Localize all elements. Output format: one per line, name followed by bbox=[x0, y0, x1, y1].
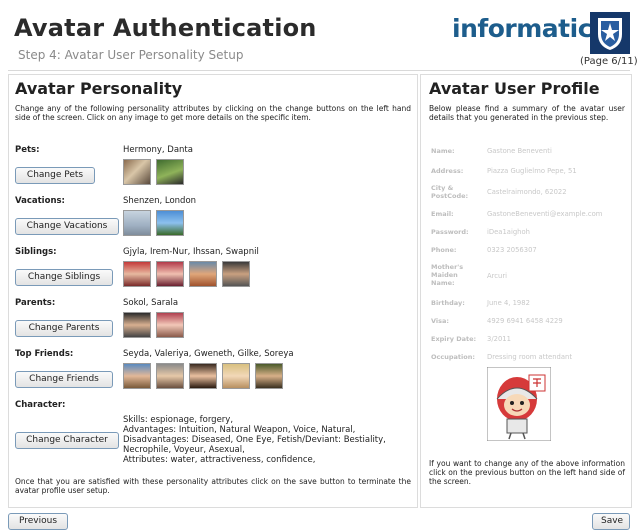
friend-image[interactable] bbox=[156, 363, 184, 389]
informatics-logo: informatics bbox=[452, 14, 607, 43]
profile-maiden-label: Mother's Maiden Name: bbox=[431, 263, 464, 287]
profile-expiry-label: Expiry Date: bbox=[431, 335, 477, 343]
sibling-image[interactable] bbox=[123, 261, 151, 287]
pets-value: Hermony, Danta bbox=[123, 145, 193, 155]
profile-address-label: Address: bbox=[431, 167, 464, 175]
character-label: Character: bbox=[15, 400, 66, 410]
profile-birthday-label: Birthday: bbox=[431, 299, 465, 307]
siblings-value: Gjyla, Irem-Nur, Ihssan, Swapnil bbox=[123, 247, 259, 257]
vacations-label: Vacations: bbox=[15, 196, 65, 206]
vacation-image[interactable] bbox=[123, 210, 151, 236]
page-title: Avatar Authentication bbox=[14, 14, 317, 42]
profile-visa-label: Visa: bbox=[431, 317, 449, 325]
profile-email-label: Email: bbox=[431, 210, 454, 218]
personality-intro: Change any of the following personality … bbox=[15, 104, 411, 122]
top-friends-label: Top Friends: bbox=[15, 349, 74, 359]
profile-occupation-label: Occupation: bbox=[431, 353, 475, 361]
sibling-image[interactable] bbox=[189, 261, 217, 287]
change-character-button[interactable]: Change Character bbox=[15, 432, 119, 449]
profile-email-value: GastoneBeneventi@example.com bbox=[487, 210, 603, 218]
profile-city-value: Castelraimondo, 62022 bbox=[487, 188, 567, 196]
vacations-value: Shenzen, London bbox=[123, 196, 197, 206]
friend-image[interactable] bbox=[189, 363, 217, 389]
change-pets-button[interactable]: Change Pets bbox=[15, 167, 95, 184]
profile-password-label: Password: bbox=[431, 228, 469, 236]
avatar-personality-panel: Avatar Personality Change any of the fol… bbox=[8, 74, 418, 508]
character-advantages: Advantages: Intuition, Natural Weapon, V… bbox=[123, 425, 356, 435]
profile-occupation-value: Dressing room attendant bbox=[487, 353, 572, 361]
profile-intro: Below please find a summary of the avata… bbox=[429, 104, 625, 122]
avatar-user-profile-panel: Avatar User Profile Below please find a … bbox=[420, 74, 632, 508]
top-friends-value: Seyda, Valeriya, Gweneth, Gilke, Soreya bbox=[123, 349, 294, 359]
previous-button[interactable]: Previous bbox=[8, 513, 68, 530]
personality-heading: Avatar Personality bbox=[15, 79, 183, 98]
profile-city-label: City & PostCode: bbox=[431, 184, 469, 200]
profile-expiry-value: 3/2011 bbox=[487, 335, 511, 343]
profile-maiden-value: Arcuri bbox=[487, 272, 508, 280]
profile-visa-value: 4929 6941 6458 4229 bbox=[487, 317, 563, 325]
sibling-image[interactable] bbox=[222, 261, 250, 287]
profile-phone-label: Phone: bbox=[431, 246, 457, 254]
pets-label: Pets: bbox=[15, 145, 40, 155]
profile-name-value: Gastone Beneventi bbox=[487, 147, 552, 155]
profile-footer: If you want to change any of the above i… bbox=[429, 459, 625, 486]
pet-image[interactable] bbox=[123, 159, 151, 185]
change-siblings-button[interactable]: Change Siblings bbox=[15, 269, 113, 286]
profile-heading: Avatar User Profile bbox=[429, 79, 600, 98]
friend-image[interactable] bbox=[255, 363, 283, 389]
personality-footer: Once that you are satisfied with these p… bbox=[15, 477, 411, 495]
change-friends-button[interactable]: Change Friends bbox=[15, 371, 113, 388]
parent-image[interactable] bbox=[156, 312, 184, 338]
change-parents-button[interactable]: Change Parents bbox=[15, 320, 113, 337]
avatar-image[interactable] bbox=[486, 366, 552, 442]
pet-image[interactable] bbox=[156, 159, 184, 185]
friend-image[interactable] bbox=[123, 363, 151, 389]
profile-address-value: Piazza Guglielmo Pepe, 51 bbox=[487, 167, 577, 175]
character-disadvantages-cont: Necrophile, Voyeur, Asexual, bbox=[123, 445, 245, 455]
friend-image[interactable] bbox=[222, 363, 250, 389]
parents-label: Parents: bbox=[15, 298, 56, 308]
profile-phone-value: 0323 2056307 bbox=[487, 246, 537, 254]
character-disadvantages: Disadvantages: Diseased, One Eye, Fetish… bbox=[123, 435, 386, 445]
page-subtitle: Step 4: Avatar User Personality Setup bbox=[18, 48, 244, 62]
parent-image[interactable] bbox=[123, 312, 151, 338]
profile-name-label: Name: bbox=[431, 147, 455, 155]
vacation-image[interactable] bbox=[156, 210, 184, 236]
siblings-label: Siblings: bbox=[15, 247, 57, 257]
parents-value: Sokol, Sarala bbox=[123, 298, 179, 308]
sibling-image[interactable] bbox=[156, 261, 184, 287]
change-vacations-button[interactable]: Change Vacations bbox=[15, 218, 119, 235]
save-button[interactable]: Save bbox=[592, 513, 630, 530]
profile-password-value: iDea1aighoh bbox=[487, 228, 530, 236]
profile-birthday-value: June 4, 1982 bbox=[487, 299, 530, 307]
page-indicator: (Page 6/11) bbox=[580, 56, 638, 67]
character-skills: Skills: espionage, forgery, bbox=[123, 415, 234, 425]
header-divider bbox=[8, 70, 630, 71]
character-attributes: Attributes: water, attractiveness, confi… bbox=[123, 455, 316, 465]
university-crest-icon bbox=[590, 12, 630, 54]
